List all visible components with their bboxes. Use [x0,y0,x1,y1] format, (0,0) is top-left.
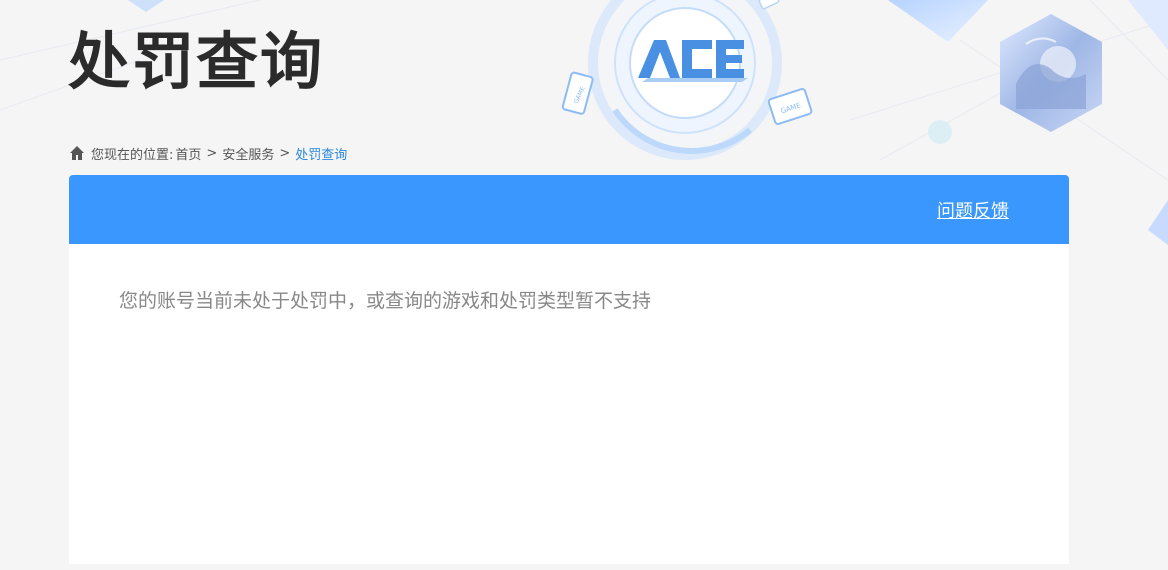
triangle-decoration [128,0,164,12]
page-title: 处罚查询 [68,25,325,98]
breadcrumb-item-home[interactable]: 首页 [175,144,201,163]
page: GAME GAME 处罚查询 您现在的位置: 首页 > 安全服务 > 处罚查询 … [0,0,1168,570]
panel-header: 问题反馈 [69,175,1069,244]
home-icon [70,146,84,160]
breadcrumb-separator: > [206,145,218,161]
panel-body: 您的账号当前未处于处罚中，或查询的游戏和处罚类型暂不支持 [69,244,1069,355]
avatar [1000,14,1102,132]
breadcrumb-prefix: 您现在的位置: [91,147,174,163]
status-message: 您的账号当前未处于处罚中，或查询的游戏和处罚类型暂不支持 [119,290,652,312]
ace-logo-graphic: GAME GAME [561,0,813,168]
breadcrumb-item-security-services[interactable]: 安全服务 [222,144,274,163]
breadcrumb-separator: > [279,145,291,161]
result-panel: 问题反馈 您的账号当前未处于处罚中，或查询的游戏和处罚类型暂不支持 [69,175,1069,564]
feedback-link[interactable]: 问题反馈 [937,197,1009,223]
breadcrumb: 您现在的位置: 首页 > 安全服务 > 处罚查询 [69,143,347,163]
breadcrumb-item-current[interactable]: 处罚查询 [295,144,347,163]
